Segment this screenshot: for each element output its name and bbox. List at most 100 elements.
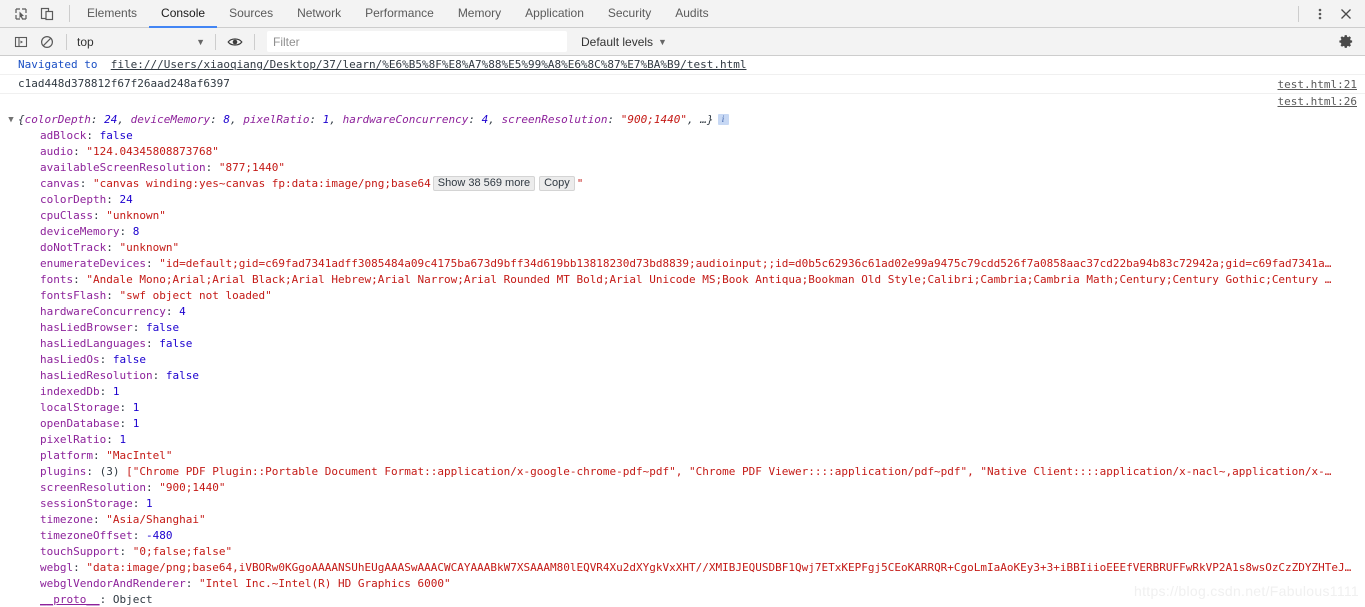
chevron-down-icon: ▼ (196, 36, 205, 47)
property-value: false (112, 353, 146, 366)
copy-button[interactable]: Copy (539, 176, 575, 191)
tab-console[interactable]: Console (149, 0, 218, 28)
property-row-plugins[interactable]: ▶plugins: (3) ["Chrome PDF Plugin::Porta… (40, 464, 1365, 480)
property-value: "124.04345808873768" (86, 145, 219, 158)
property-row[interactable]: fonts: "Andale Mono;Arial;Arial Black;Ar… (40, 272, 1365, 288)
filterbar-right-icons (1333, 29, 1365, 55)
property-key: cpuClass (40, 209, 93, 222)
property-row[interactable]: cpuClass: "unknown" (40, 208, 1365, 224)
log-levels-select[interactable]: Default levels ▼ (581, 35, 667, 49)
tab-audits[interactable]: Audits (663, 0, 720, 28)
tab-network[interactable]: Network (285, 0, 353, 28)
tabbar-divider (69, 5, 70, 22)
clear-console-icon[interactable] (34, 29, 60, 55)
property-value: "unknown" (106, 209, 166, 222)
object-preview-header: {colorDepth: 24, deviceMemory: 8, pixelR… (18, 112, 1365, 128)
property-row[interactable]: sessionStorage: 1 (40, 496, 1365, 512)
execution-context-select[interactable]: top ▼ (71, 32, 209, 52)
property-value: "id=default;gid=c69fad7341adff3085484a09… (159, 257, 1332, 270)
tabbar-right-divider (1298, 5, 1299, 22)
property-value: -480 (145, 529, 173, 542)
property-key: timezoneOffset (40, 529, 133, 542)
preview-key: pixelRatio (243, 113, 310, 126)
inspect-element-icon[interactable] (8, 1, 34, 27)
close-icon[interactable] (1333, 1, 1359, 27)
tab-sources[interactable]: Sources (217, 0, 285, 28)
preview-value: 24 (104, 113, 118, 126)
property-key: timezone (40, 513, 93, 526)
gear-icon[interactable] (1333, 29, 1359, 55)
disclosure-triangle-open-icon[interactable]: ▼ (6, 112, 16, 128)
property-row[interactable]: enumerateDevices: "id=default;gid=c69fad… (40, 256, 1365, 272)
property-key: platform (40, 449, 93, 462)
info-badge-icon[interactable]: i (717, 114, 729, 125)
tabbar-right-icons (1294, 0, 1365, 27)
kebab-menu-icon[interactable] (1307, 1, 1333, 27)
filter-input[interactable] (267, 31, 567, 52)
property-row[interactable]: hardwareConcurrency: 4 (40, 304, 1365, 320)
console-sidebar-icon[interactable] (8, 29, 34, 55)
property-row[interactable]: timezone: "Asia/Shanghai" (40, 512, 1365, 528)
property-row[interactable]: pixelRatio: 1 (40, 432, 1365, 448)
property-row[interactable]: hasLiedBrowser: false (40, 320, 1365, 336)
property-key: hasLiedLanguages (40, 337, 146, 350)
preview-value: 8 (223, 113, 230, 126)
tabbar-left-icons (0, 0, 64, 27)
console-message-object-sourceline: test.html:26 (0, 94, 1365, 108)
property-row[interactable]: webglVendorAndRenderer: "Intel Inc.~Inte… (40, 576, 1365, 592)
tab-elements[interactable]: Elements (75, 0, 149, 28)
tab-performance[interactable]: Performance (353, 0, 446, 28)
property-row[interactable]: touchSupport: "0;false;false" (40, 544, 1365, 560)
console-filterbar: top ▼ Default levels ▼ (0, 28, 1365, 56)
property-row-proto[interactable]: ▶__proto__: Object (40, 592, 1365, 607)
preview-key: colorDepth (24, 113, 91, 126)
property-value: "unknown" (119, 241, 180, 254)
property-row[interactable]: audio: "124.04345808873768" (40, 144, 1365, 160)
property-row[interactable]: colorDepth: 24 (40, 192, 1365, 208)
property-row[interactable]: hasLiedLanguages: false (40, 336, 1365, 352)
property-key: hasLiedOs (40, 353, 100, 366)
property-key: deviceMemory (40, 225, 120, 238)
navigated-url-link[interactable]: file:///Users/xiaoqiang/Desktop/37/learn… (111, 58, 747, 71)
device-toolbar-icon[interactable] (34, 1, 60, 27)
show-more-button[interactable]: Show 38 569 more (432, 176, 536, 191)
log-levels-label: Default levels (581, 34, 654, 49)
property-row[interactable]: deviceMemory: 8 (40, 224, 1365, 240)
property-row[interactable]: hasLiedOs: false (40, 352, 1365, 368)
source-link-object[interactable]: test.html:26 (1278, 94, 1357, 108)
property-row[interactable]: doNotTrack: "unknown" (40, 240, 1365, 256)
property-value: 4 (179, 305, 186, 318)
source-link-hash[interactable]: test.html:21 (1278, 77, 1357, 93)
canvas-value-prefix: "canvas winding:yes~canvas fp:data:image… (93, 177, 431, 190)
property-value: "data:image/png;base64,iVBORw0KGgoAAAANS… (86, 561, 1352, 574)
property-row[interactable]: adBlock: false (40, 128, 1365, 144)
property-row[interactable]: timezoneOffset: -480 (40, 528, 1365, 544)
preview-value: "900;1440" (620, 113, 687, 126)
chevron-down-icon: ▼ (658, 36, 667, 47)
canvas-value-suffix: " (576, 177, 584, 190)
property-key: fontsFlash (40, 289, 107, 302)
property-row[interactable]: screenResolution: "900;1440" (40, 480, 1365, 496)
property-row[interactable]: availableScreenResolution: "877;1440" (40, 160, 1365, 176)
execution-context-value: top (77, 34, 94, 49)
console-output[interactable]: Navigated to file:///Users/xiaoqiang/Des… (0, 56, 1365, 607)
property-row[interactable]: fontsFlash: "swf object not loaded" (40, 288, 1365, 304)
property-value: 1 (112, 385, 120, 398)
preview-key: screenResolution (501, 113, 608, 126)
property-row-canvas[interactable]: canvas: "canvas winding:yes~canvas fp:da… (40, 176, 1365, 192)
property-row[interactable]: hasLiedResolution: false (40, 368, 1365, 384)
property-key: hardwareConcurrency (40, 305, 166, 318)
tab-security[interactable]: Security (596, 0, 663, 28)
console-message-hash: c1ad448d378812f67f26aad248af6397 test.ht… (0, 75, 1365, 94)
tab-application[interactable]: Application (513, 0, 596, 28)
property-row[interactable]: openDatabase: 1 (40, 416, 1365, 432)
property-row[interactable]: webgl: "data:image/png;base64,iVBORw0KGg… (40, 560, 1365, 576)
console-message-navigated: Navigated to file:///Users/xiaoqiang/Des… (0, 56, 1365, 75)
property-row[interactable]: localStorage: 1 (40, 400, 1365, 416)
tab-memory[interactable]: Memory (446, 0, 513, 28)
live-expression-eye-icon[interactable] (222, 29, 248, 55)
property-row[interactable]: indexedDb: 1 (40, 384, 1365, 400)
property-value: "0;false;false" (132, 545, 233, 558)
property-key: webglVendorAndRenderer (40, 577, 186, 590)
property-row[interactable]: platform: "MacIntel" (40, 448, 1365, 464)
